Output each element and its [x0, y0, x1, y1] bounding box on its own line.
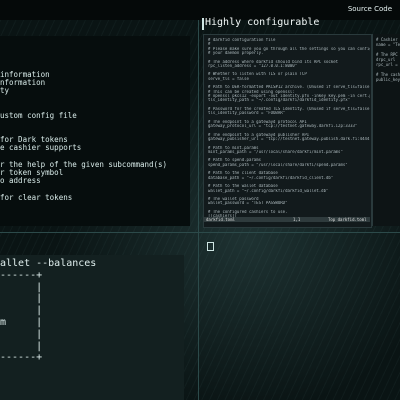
top-nav: Source Code	[0, 0, 400, 21]
balances-line: ------+	[0, 352, 43, 364]
balances-line: allet --balances	[0, 258, 97, 269]
balances-line: |	[0, 305, 43, 317]
balances-line: |	[0, 293, 43, 305]
terminal-cursor	[207, 242, 214, 251]
pane-divider-vertical	[198, 20, 199, 400]
section-title: Highly configurable	[205, 17, 320, 28]
config-editor[interactable]: # darkfid configuration file # # Please ma…	[203, 34, 372, 228]
balances-line: m |	[0, 317, 43, 328]
balances-line: |	[0, 328, 43, 340]
cashier-line: name = "Te	[376, 42, 400, 47]
help-line: ustom config file	[0, 110, 77, 120]
help-terminal: information nformation ty ustom config file…	[0, 36, 190, 226]
status-filename: darkfid.toml	[206, 217, 235, 222]
balances-line: ------+	[0, 269, 43, 281]
help-line: o address	[0, 176, 41, 186]
help-line: for clear tokens	[0, 192, 73, 202]
help-line: ty	[0, 86, 10, 95]
balances-line: |	[0, 340, 43, 352]
cashier-config-pane: # Cashier name = "Te # The RPC drpc_url rpc_…	[372, 34, 400, 226]
title-accent-bar	[202, 18, 204, 30]
pane-divider-horizontal	[0, 232, 400, 233]
source-code-link[interactable]: Source Code	[348, 5, 392, 13]
balances-line: |	[0, 281, 43, 293]
status-right: Top darkfid.toml	[328, 217, 367, 222]
cashier-line: public_key	[376, 77, 400, 82]
editor-status-bar: darkfid.toml 1,1 Top darkfid.toml	[203, 217, 370, 222]
status-position: 1,1	[293, 217, 301, 222]
cashier-line: rpc_url =	[376, 62, 398, 67]
balances-terminal: allet --balances ------+ | | | m | | | ----…	[0, 255, 184, 400]
help-line: e cashier supports	[0, 143, 82, 153]
